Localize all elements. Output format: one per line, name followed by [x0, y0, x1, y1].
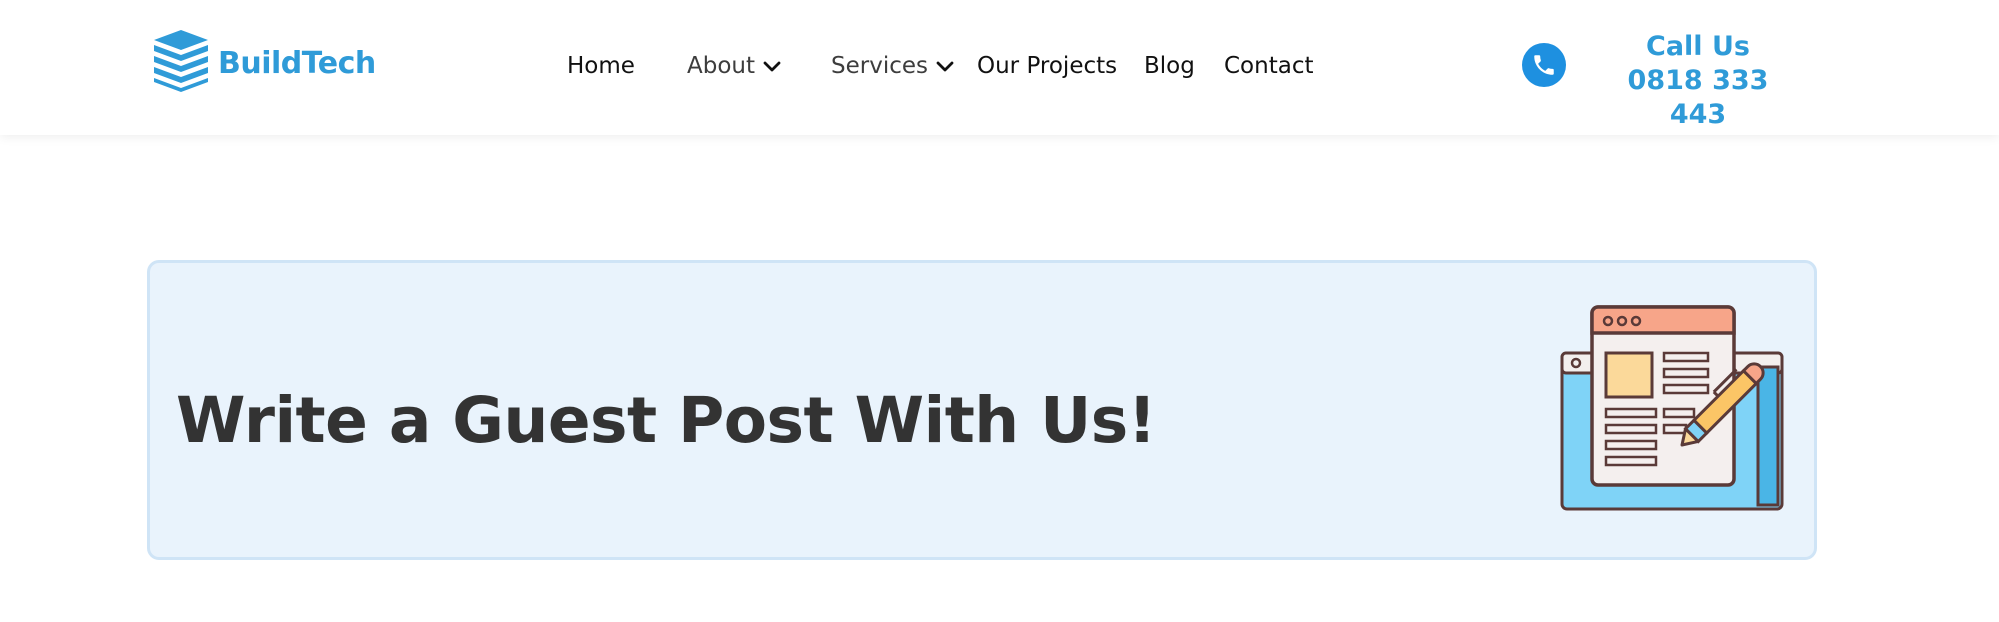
- nav-item-label: About: [687, 53, 756, 79]
- nav-item-label: Home: [567, 53, 635, 79]
- chevron-down-icon: [936, 46, 954, 86]
- chevron-down-icon: [763, 46, 781, 86]
- nav-item-label: Services: [831, 53, 928, 79]
- nav-item-home[interactable]: Home: [567, 46, 635, 86]
- call-us-link[interactable]: Call Us 0818 333 443: [1600, 30, 1796, 132]
- brand-logo[interactable]: BuildTech: [148, 28, 376, 99]
- guest-post-banner: Write a Guest Post With Us!: [147, 260, 1817, 560]
- nav-item-label: Contact: [1224, 53, 1314, 79]
- nav-item-label: Our Projects: [977, 53, 1118, 79]
- nav-item-blog[interactable]: Blog: [1144, 46, 1195, 86]
- nav-item-label: Blog: [1144, 53, 1195, 79]
- phone-number: 0818 333 443: [1627, 65, 1769, 130]
- browser-document-pencil-icon: [1558, 305, 1788, 515]
- site-header: BuildTech Home About Services Our Projec…: [0, 0, 1999, 135]
- nav-item-services[interactable]: Services: [831, 46, 954, 86]
- call-us-label: Call Us: [1646, 31, 1750, 62]
- stacked-building-icon: [148, 28, 214, 99]
- nav-item-contact[interactable]: Contact: [1224, 46, 1313, 86]
- page-title: Write a Guest Post With Us!: [176, 384, 1156, 457]
- nav-item-our-projects[interactable]: Our Projects: [977, 46, 1117, 86]
- brand-name: BuildTech: [218, 45, 376, 81]
- phone-icon[interactable]: [1522, 43, 1566, 87]
- nav-item-about[interactable]: About: [687, 46, 781, 86]
